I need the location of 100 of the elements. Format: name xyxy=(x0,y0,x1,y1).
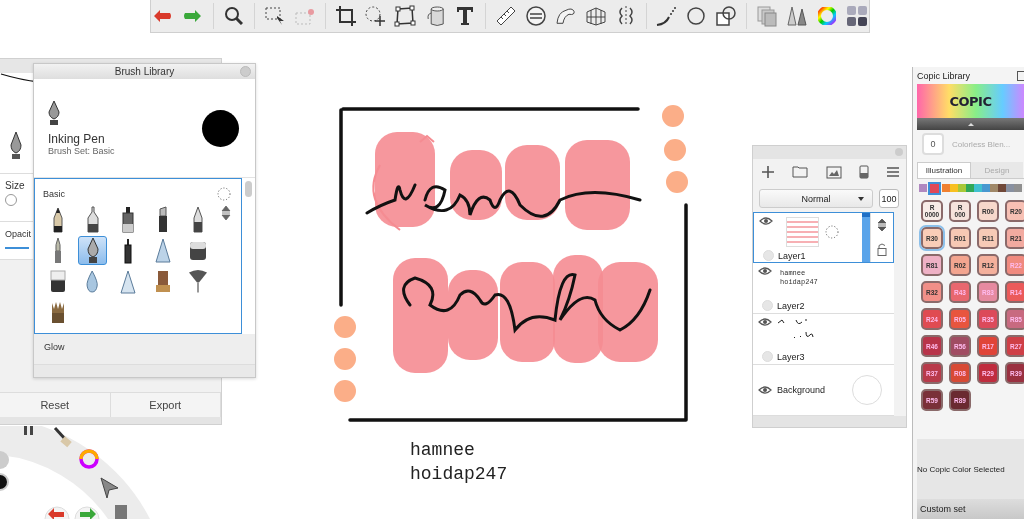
layer-radio[interactable] xyxy=(762,351,773,362)
color-family-chip[interactable] xyxy=(998,184,1006,192)
redo-icon[interactable] xyxy=(183,9,203,23)
color-family-chip[interactable] xyxy=(942,184,950,192)
panels-icon[interactable] xyxy=(846,5,868,27)
brush-set-label: Glow xyxy=(44,342,65,352)
brush-icon xyxy=(49,270,66,293)
circle-icon[interactable] xyxy=(687,7,706,25)
pen-nib-icon xyxy=(48,100,60,126)
brush-icon xyxy=(86,206,99,233)
reorder-icon[interactable] xyxy=(877,218,887,233)
undo-icon[interactable] xyxy=(153,9,173,23)
opacity-label: Opacit xyxy=(5,229,31,239)
lasso-move-icon[interactable] xyxy=(364,5,386,27)
panel-title: Brush Library xyxy=(114,66,175,77)
brush-icon xyxy=(188,240,207,261)
radial-menu-drawing[interactable] xyxy=(0,426,150,519)
visibility-eye-icon[interactable] xyxy=(758,386,772,394)
color-family-chip[interactable] xyxy=(919,184,927,192)
perspective-grid-icon[interactable] xyxy=(585,6,606,26)
panel-button[interactable]: Export xyxy=(110,393,221,417)
layer-radio[interactable] xyxy=(762,300,773,311)
brush-icon xyxy=(52,206,63,233)
canvas-text: hamnee xyxy=(410,439,476,462)
stroke-preview-drawing xyxy=(777,318,814,339)
shapes-icon[interactable] xyxy=(716,6,737,26)
brush-icon xyxy=(119,269,136,294)
dotted-circle-icon xyxy=(825,225,839,239)
color-family-chip[interactable] xyxy=(1006,184,1014,192)
caret-icon xyxy=(966,121,975,127)
brush-preset[interactable] xyxy=(78,236,107,265)
brushes-icon[interactable] xyxy=(787,6,808,26)
brush-icon xyxy=(157,206,168,233)
visibility-eye-icon[interactable] xyxy=(758,267,772,275)
color-family-chip[interactable] xyxy=(1014,184,1022,192)
blend-mode-dropdown[interactable]: Normal xyxy=(759,189,873,208)
size-slider-thumb[interactable] xyxy=(5,194,17,206)
brush-icon xyxy=(154,238,171,263)
color-family-chip[interactable] xyxy=(982,184,990,192)
background-color-swatch[interactable] xyxy=(852,375,882,405)
paint-bucket-icon[interactable] xyxy=(426,5,444,27)
symmetry-icon[interactable] xyxy=(618,5,633,27)
visibility-eye-icon[interactable] xyxy=(758,318,772,326)
color-family-chip[interactable] xyxy=(990,184,998,192)
folder-icon[interactable] xyxy=(792,166,809,178)
ruler-icon[interactable] xyxy=(496,6,517,26)
close-button[interactable] xyxy=(1017,71,1024,81)
color-family-chip[interactable] xyxy=(966,184,974,192)
brush-size-preview xyxy=(202,109,239,147)
color-family-chip[interactable] xyxy=(930,183,939,193)
distort-icon[interactable] xyxy=(394,5,417,27)
opacity-field[interactable]: 100 xyxy=(879,189,899,208)
brush-icon xyxy=(86,237,99,264)
panel-title: Copic Library xyxy=(917,70,971,81)
library-tab[interactable]: Illustration xyxy=(917,162,971,178)
expand-collapse-icon[interactable] xyxy=(221,205,231,221)
colorless-blender-swatch[interactable]: 0 xyxy=(922,133,944,155)
lock-icon[interactable] xyxy=(877,243,887,257)
text-tool-icon[interactable] xyxy=(456,6,475,26)
image-icon[interactable] xyxy=(825,165,842,179)
selection-icon[interactable] xyxy=(264,6,285,26)
color-family-chip[interactable] xyxy=(950,184,958,192)
crop-icon[interactable] xyxy=(334,5,357,27)
scrollbar-thumb[interactable] xyxy=(245,181,252,197)
layer-name: Layer3 xyxy=(777,351,805,362)
brush-icon xyxy=(121,206,134,233)
menu-icon[interactable] xyxy=(886,167,900,177)
layer-name: Layer1 xyxy=(778,250,806,261)
brush-set-label: Basic xyxy=(43,189,65,199)
brush-icon xyxy=(192,206,203,233)
brush-icon xyxy=(187,269,208,294)
brush-name: Inking Pen xyxy=(48,132,106,146)
french-curve-icon[interactable] xyxy=(556,7,576,25)
copic-logo: COPIC xyxy=(949,93,992,109)
dotted-circle-icon[interactable] xyxy=(217,187,231,201)
size-label: Size xyxy=(5,180,25,191)
color-family-chip[interactable] xyxy=(958,184,966,192)
visibility-eye-icon[interactable] xyxy=(759,217,773,225)
brush-icon xyxy=(123,237,132,264)
canvas-text: hoidap247 xyxy=(410,463,509,486)
zoom-icon[interactable] xyxy=(224,7,243,25)
custom-set-bar[interactable]: Custom set xyxy=(917,499,1024,519)
layer-radio[interactable] xyxy=(763,250,774,261)
layer-name: Background xyxy=(777,385,826,395)
status-text: No Copic Color Selected xyxy=(917,464,1005,474)
panel-button[interactable]: Reset xyxy=(0,393,111,417)
pen-nib-icon xyxy=(10,131,22,160)
layer-thumbnail xyxy=(786,217,819,247)
color-wheel-icon[interactable] xyxy=(818,7,837,25)
brush-icon xyxy=(86,270,99,293)
brush-icon xyxy=(50,301,65,324)
add-layer-icon[interactable] xyxy=(761,165,775,179)
layer-row[interactable]: Layer1 xyxy=(753,212,894,263)
clear-layer-icon[interactable] xyxy=(858,165,869,179)
stroke-icon[interactable] xyxy=(656,6,678,26)
layer-row[interactable]: Layer3 xyxy=(753,314,894,365)
layer-name: Layer2 xyxy=(777,300,805,311)
brush-set-name: Brush Set: Basic xyxy=(48,146,116,156)
color-family-chip[interactable] xyxy=(974,184,982,192)
ellipse-guide-icon[interactable] xyxy=(525,6,546,26)
